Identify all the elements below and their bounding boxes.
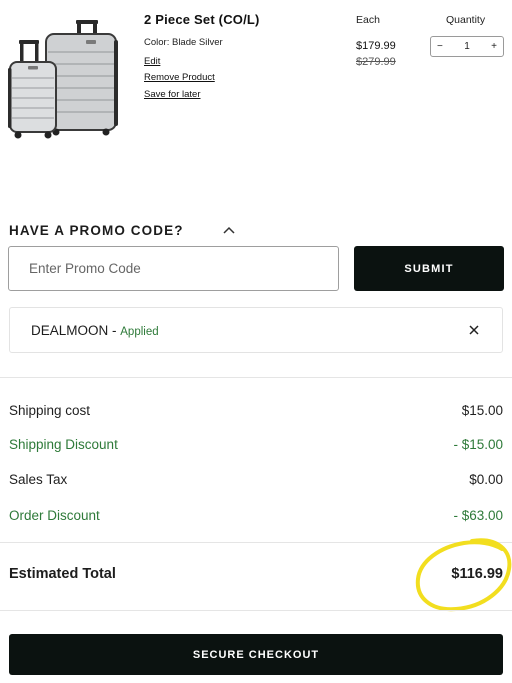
promo-heading[interactable]: HAVE A PROMO CODE?	[9, 223, 184, 238]
shipping-discount-row: Shipping Discount - $15.00	[9, 437, 503, 452]
quantity-header: Quantity	[446, 14, 486, 26]
row-value: - $15.00	[453, 437, 503, 452]
row-label: Shipping Discount	[9, 437, 118, 452]
original-price: $279.99	[356, 56, 396, 68]
total-label: Estimated Total	[9, 566, 116, 582]
product-title[interactable]: 2 Piece Set (CO/L)	[144, 12, 260, 27]
row-label: Order Discount	[9, 508, 100, 523]
cart-item: 2 Piece Set (CO/L) Color: Blade Silver E…	[0, 0, 512, 160]
chevron-up-icon[interactable]	[222, 225, 236, 235]
applied-separator: -	[108, 323, 121, 338]
increment-button[interactable]: +	[491, 41, 497, 52]
quantity-stepper: − 1 +	[430, 36, 504, 57]
order-discount-row: Order Discount - $63.00	[9, 508, 503, 523]
shipping-cost-row: Shipping cost $15.00	[9, 403, 503, 418]
estimated-total-row: Estimated Total $116.99	[9, 566, 503, 582]
remove-product-link[interactable]: Remove Product	[144, 72, 215, 83]
row-label: Sales Tax	[9, 472, 68, 487]
sales-tax-row: Sales Tax $0.00	[9, 472, 503, 487]
secure-checkout-button[interactable]: SECURE CHECKOUT	[9, 634, 503, 675]
promo-code-input[interactable]	[8, 246, 339, 291]
sale-price: $179.99	[356, 40, 396, 52]
edit-link[interactable]: Edit	[144, 56, 160, 67]
decrement-button[interactable]: −	[437, 41, 443, 52]
luggage-set-image[interactable]	[6, 18, 120, 144]
applied-promo: DEALMOON - Applied	[9, 307, 503, 353]
total-value: $116.99	[451, 566, 503, 582]
each-header: Each	[356, 14, 380, 26]
applied-status: Applied	[120, 326, 159, 338]
submit-promo-button[interactable]: SUBMIT	[354, 246, 504, 291]
save-for-later-link[interactable]: Save for later	[144, 89, 201, 100]
close-icon[interactable]	[468, 324, 480, 336]
divider	[0, 610, 512, 611]
quantity-value[interactable]: 1	[464, 41, 470, 52]
row-label: Shipping cost	[9, 403, 91, 418]
applied-code-line: DEALMOON - Applied	[31, 323, 159, 338]
row-value: - $63.00	[453, 508, 503, 523]
divider	[0, 542, 512, 543]
row-value: $0.00	[469, 472, 503, 487]
row-value: $15.00	[461, 403, 503, 418]
promo-code-value: DEALMOON	[31, 323, 109, 338]
divider	[0, 377, 512, 378]
product-color: Color: Blade Silver	[144, 37, 223, 48]
